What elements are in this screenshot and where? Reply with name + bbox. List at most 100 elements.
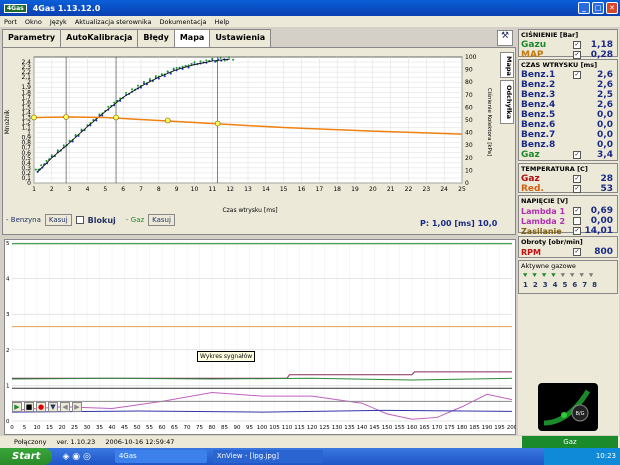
map-data-point (190, 63, 193, 66)
download-icon[interactable]: ▼ (48, 402, 58, 412)
signal-x-tick: 195 (494, 425, 505, 431)
map-x-tick: 18 (333, 186, 341, 193)
map-data-point (125, 91, 128, 94)
menu-aktualizacja[interactable]: Aktualizacja sterownika (75, 18, 152, 26)
play-icon[interactable]: ▶ (12, 402, 22, 412)
rpm-checkbox[interactable]: ✓ (573, 248, 581, 256)
map-x-tick: 23 (423, 186, 431, 193)
minimize-button[interactable]: _ (578, 2, 590, 14)
volt-row-l1: Lambda 1 ✓ 0,69 (519, 206, 617, 216)
map-x-tick: 16 (298, 186, 306, 193)
record-icon[interactable]: ● (36, 402, 46, 412)
kasuj-gaz-button[interactable]: Kasuj (148, 214, 175, 226)
settings-wrench-icon[interactable]: ⚒ (497, 30, 513, 46)
injection-row: Benz.6 0,0 (519, 120, 617, 130)
injection-checkbox[interactable]: ✓ (573, 151, 581, 159)
vtab-mapa[interactable]: Mapa (500, 52, 514, 78)
injection-value: 2,5 (597, 90, 613, 100)
gas-led-icon (561, 412, 567, 418)
injection-checkbox[interactable]: ✓ (573, 71, 581, 79)
start-button[interactable]: Start (0, 448, 53, 465)
signal-y-tick: 4 (6, 277, 10, 283)
pressure-header: CIŚNIENIE [Bar] (521, 31, 579, 39)
map-x-tick: 9 (175, 186, 179, 193)
map-data-point (56, 149, 59, 152)
volt-zasilanie-checkbox[interactable]: ✓ (573, 227, 581, 235)
map-right-tick: 90 (465, 67, 473, 74)
menu-okno[interactable]: Okno (25, 18, 42, 26)
map-right-tick: 30 (465, 142, 473, 149)
map-right-tick: 60 (465, 104, 473, 111)
injection-value: 2,6 (597, 80, 613, 90)
injector-icon: ⯆ (559, 271, 567, 280)
legend-gaz: - Gaz Kasuj (126, 214, 175, 226)
signal-x-tick: 90 (234, 425, 241, 431)
forward-icon[interactable]: ▶ (72, 402, 82, 412)
map-data-point (45, 159, 48, 162)
tab-autokalibracja[interactable]: AutoKalibracja (60, 29, 139, 47)
volt-lambda1-checkbox[interactable]: ✓ (573, 207, 581, 215)
signal-x-tick: 125 (319, 425, 330, 431)
volt-lambda2-checkbox[interactable] (573, 217, 581, 225)
signal-y-tick: 0 (6, 419, 10, 425)
kasuj-benzyna-button[interactable]: Kasuj (44, 214, 72, 226)
temp-gaz-checkbox[interactable]: ✓ (573, 175, 581, 183)
blokuj-checkbox[interactable] (75, 216, 84, 224)
pressure-box: CIŚNIENIE [Bar] Gazu ✓ 1,18 MAP ✓ 0,28 (518, 29, 618, 60)
map-x-tick: 2 (50, 186, 54, 193)
pressure-map-checkbox[interactable]: ✓ (573, 51, 581, 59)
map-x-tick: 1 (32, 186, 36, 193)
injection-value: 2,6 (597, 70, 613, 80)
signal-x-tick: 140 (357, 425, 368, 431)
signal-x-tick: 100 (257, 425, 268, 431)
pressure-gaz-value: 1,18 (590, 40, 613, 50)
temp-red-checkbox[interactable]: ✓ (573, 185, 581, 193)
quick-launch-icons[interactable]: ◈ ◉ ◎ (62, 452, 90, 462)
signal-x-tick: 45 (121, 425, 128, 431)
menu-jezyk[interactable]: Język (50, 18, 67, 26)
menu-dokumentacja[interactable]: Dokumentacja (159, 18, 206, 26)
signal-x-tick: 30 (84, 425, 91, 431)
injector-icon: ⯆ (540, 271, 548, 280)
gauge-svg: B/G (543, 389, 591, 426)
signal-x-tick: 40 (109, 425, 116, 431)
signal-x-tick: 185 (469, 425, 480, 431)
map-data-point (80, 128, 83, 131)
injector-number: 1 (523, 281, 528, 289)
menu-port[interactable]: Port (4, 18, 17, 26)
signal-x-tick: 50 (134, 425, 141, 431)
menu-help[interactable]: Help (214, 18, 229, 26)
map-right-tick: 10 (465, 167, 473, 174)
map-data-point (172, 67, 175, 70)
tab-bledy[interactable]: Błędy (137, 29, 175, 47)
stop-icon[interactable]: ■ (24, 402, 34, 412)
map-x-tick: 10 (191, 186, 199, 193)
injection-value: 0,0 (597, 140, 613, 150)
task-4gas[interactable]: 4Gas (114, 450, 207, 463)
map-x-tick: 15 (280, 186, 288, 193)
signal-x-tick: 180 (457, 425, 468, 431)
tab-ustawienia[interactable]: Ustawienia (209, 29, 272, 47)
back-icon[interactable]: ◀ (60, 402, 70, 412)
injection-row: Benz.4 2,6 (519, 100, 617, 110)
map-marker-point (113, 114, 119, 121)
gas-status-badge: Gaz (522, 436, 618, 448)
datetime-text: 2006-10-16 12:59:47 (105, 438, 175, 446)
map-right-tick: 80 (465, 79, 473, 86)
signal-x-tick: 10 (34, 425, 41, 431)
tab-parametry[interactable]: Parametry (2, 29, 62, 47)
injection-value: 2,6 (597, 100, 613, 110)
temp-row-red: Red. ✓ 53 (519, 184, 617, 194)
vtab-odchylka[interactable]: Odchyłka (500, 80, 514, 124)
map-x-axis-label: Czas wtrysku [ms] (222, 207, 277, 214)
task-xnview[interactable]: XnView - [lpg.jpg] (212, 450, 323, 463)
pressure-gaz-checkbox[interactable]: ✓ (573, 41, 581, 49)
injection-row: Benz.1 ✓ 2,6 (519, 70, 617, 80)
maximize-button[interactable]: □ (592, 2, 604, 14)
close-button[interactable]: ✕ (606, 2, 618, 14)
map-y-axis-label: Mnożnik (4, 109, 11, 134)
tab-mapa[interactable]: Mapa (173, 29, 211, 47)
signal-x-tick: 60 (159, 425, 166, 431)
temp-red-label: Red. (521, 184, 544, 194)
map-data-point (175, 66, 178, 69)
